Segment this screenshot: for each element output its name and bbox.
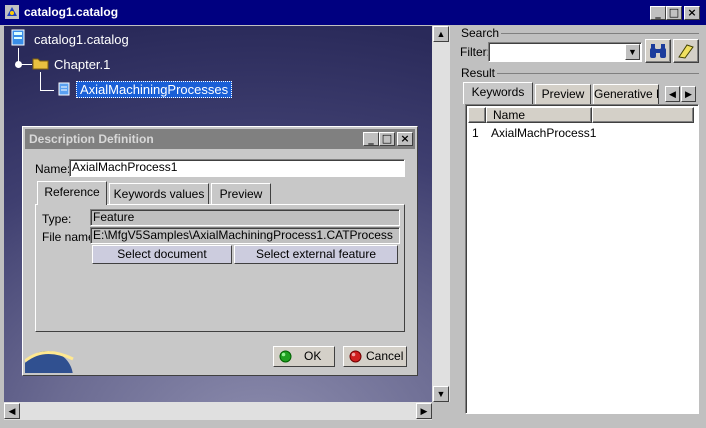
tab-reference[interactable]: Reference bbox=[37, 181, 107, 205]
ok-green-circle-icon bbox=[279, 350, 292, 363]
dialog-title-bar[interactable]: Description Definition _ □ × bbox=[25, 129, 415, 149]
folder-icon bbox=[32, 58, 49, 70]
chevron-down-icon[interactable]: ▼ bbox=[625, 44, 640, 60]
name-input[interactable]: AxialMachProcess1 bbox=[69, 159, 405, 177]
tree-line bbox=[40, 72, 41, 90]
dialog-title: Description Definition bbox=[29, 132, 154, 146]
scroll-up-arrow-icon[interactable]: ▲ bbox=[433, 26, 449, 42]
window-title: catalog1.catalog bbox=[24, 5, 119, 19]
tree-node-dot bbox=[15, 61, 22, 68]
scroll-down-arrow-icon[interactable]: ▼ bbox=[433, 386, 449, 402]
cancel-red-circle-icon bbox=[349, 350, 362, 363]
document-icon bbox=[58, 82, 70, 96]
select-document-button[interactable]: Select document bbox=[92, 245, 232, 264]
cancel-button[interactable]: Cancel bbox=[343, 346, 407, 367]
window-title-bar[interactable]: catalog1.catalog _ □ × bbox=[0, 0, 706, 25]
tree-item-selected[interactable]: AxialMachiningProcesses bbox=[76, 81, 233, 98]
tab-keywords-values[interactable]: Keywords values bbox=[109, 183, 209, 205]
select-external-feature-button[interactable]: Select external feature bbox=[234, 245, 398, 264]
search-button[interactable] bbox=[645, 39, 671, 63]
dialog-maximize-button[interactable]: □ bbox=[379, 132, 395, 146]
eraser-icon bbox=[678, 44, 694, 59]
type-field: Feature bbox=[90, 209, 400, 226]
tab-scroll-left-icon[interactable]: ◀ bbox=[665, 86, 680, 102]
results-list[interactable]: Name 1 AxialMachProcess1 bbox=[465, 104, 699, 414]
type-label: Type: bbox=[42, 212, 72, 226]
tab-scroll-right-icon[interactable]: ▶ bbox=[681, 86, 696, 102]
search-section-label: Search bbox=[461, 26, 500, 40]
tree-line bbox=[40, 90, 54, 91]
tab-generative-data[interactable]: Generative D bbox=[593, 84, 659, 104]
maximize-button[interactable]: □ bbox=[666, 6, 682, 20]
section-divider bbox=[497, 73, 699, 74]
clear-filter-button[interactable] bbox=[673, 39, 699, 63]
catalog-book-icon bbox=[11, 29, 25, 46]
row-name-cell: AxialMachProcess1 bbox=[491, 126, 597, 140]
binoculars-icon bbox=[650, 44, 666, 58]
row-header-corner bbox=[468, 107, 486, 123]
row-index: 1 bbox=[472, 126, 479, 140]
cancel-label: Cancel bbox=[366, 349, 404, 363]
column-header-name[interactable]: Name bbox=[486, 107, 592, 123]
earth-logo-icon bbox=[25, 351, 74, 373]
tab-preview[interactable]: Preview bbox=[211, 183, 271, 205]
section-divider bbox=[501, 33, 699, 34]
table-row[interactable]: 1 AxialMachProcess1 bbox=[466, 125, 694, 141]
result-section-label: Result bbox=[461, 66, 496, 80]
dialog-minimize-button[interactable]: _ bbox=[363, 132, 379, 146]
tree-root-label[interactable]: catalog1.catalog bbox=[34, 32, 129, 47]
ok-label: OK bbox=[304, 349, 322, 363]
name-label: Name: bbox=[35, 162, 71, 176]
description-definition-dialog[interactable]: Description Definition _ □ × Name: Axial… bbox=[22, 126, 418, 376]
tab-result-preview[interactable]: Preview bbox=[535, 84, 591, 104]
scroll-right-arrow-icon[interactable]: ▶ bbox=[416, 403, 432, 419]
viewer-horizontal-scrollbar[interactable]: ◀ ▶ bbox=[4, 402, 432, 420]
filter-label: Filter: bbox=[460, 45, 490, 59]
close-button[interactable]: × bbox=[684, 6, 700, 20]
filter-combobox[interactable]: ▼ bbox=[488, 42, 642, 62]
tab-keywords[interactable]: Keywords bbox=[463, 82, 533, 104]
dialog-close-button[interactable]: × bbox=[397, 132, 413, 146]
tree-chapter-label[interactable]: Chapter.1 bbox=[54, 57, 110, 72]
catia-app-icon bbox=[5, 5, 19, 19]
column-header-empty bbox=[592, 107, 694, 123]
minimize-button[interactable]: _ bbox=[650, 6, 666, 20]
scroll-left-arrow-icon[interactable]: ◀ bbox=[4, 403, 20, 419]
search-panel: Search Filter: ▼ Result Keywords Preview… bbox=[457, 26, 703, 424]
ok-button[interactable]: OK bbox=[273, 346, 335, 367]
viewer-vertical-scrollbar[interactable]: ▲ ▼ bbox=[432, 26, 450, 402]
file-name-field: E:\MfgV5Samples\AxialMachiningProcess1.C… bbox=[90, 227, 400, 244]
reference-tab-panel: Type: Feature File name: E:\MfgV5Samples… bbox=[35, 204, 405, 332]
